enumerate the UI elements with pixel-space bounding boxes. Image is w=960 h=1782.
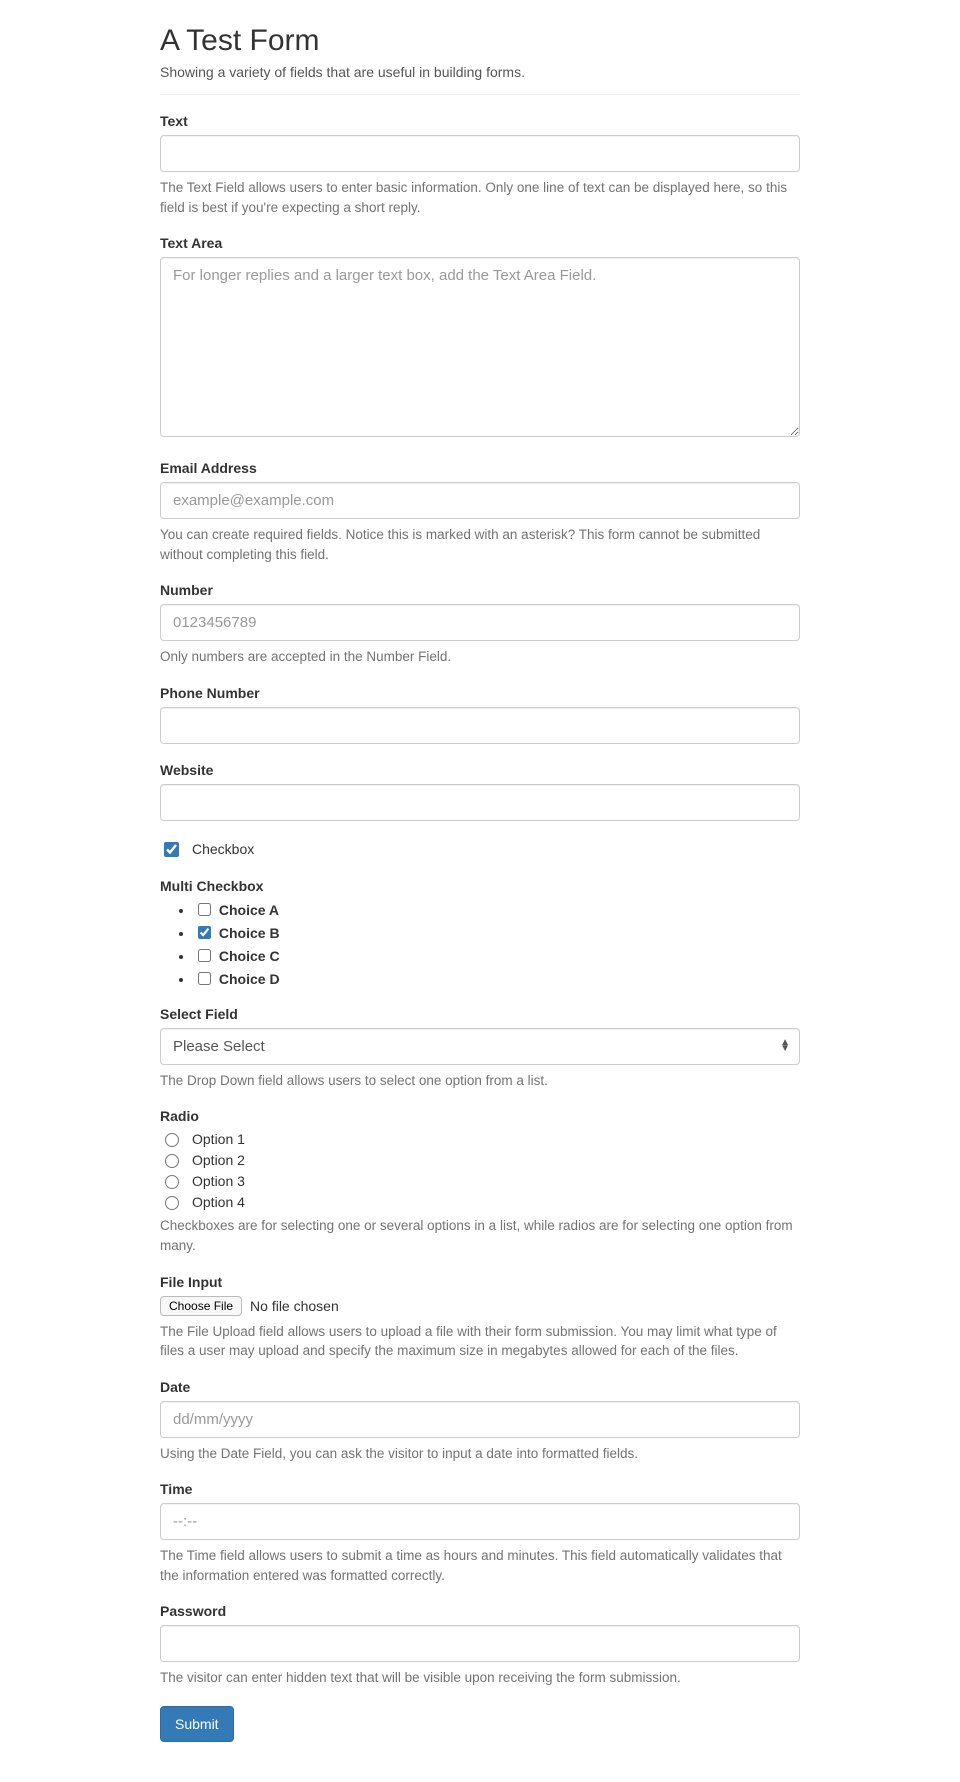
- multicheck-item: Choice D: [194, 969, 800, 988]
- multicheck-list: Choice A Choice B Choice C Choice D: [160, 900, 800, 988]
- multicheck-choice-label: Choice B: [219, 925, 280, 941]
- file-help: The File Upload field allows users to up…: [160, 1322, 800, 1361]
- checkbox-label: Checkbox: [192, 841, 254, 857]
- date-help: Using the Date Field, you can ask the vi…: [160, 1444, 800, 1464]
- radio-input-2[interactable]: [165, 1154, 179, 1168]
- multicheck-item: Choice A: [194, 900, 800, 919]
- radio-label: Radio: [160, 1108, 800, 1124]
- field-group-date: Date Using the Date Field, you can ask t…: [160, 1379, 800, 1464]
- password-help: The visitor can enter hidden text that w…: [160, 1668, 800, 1688]
- field-group-textarea: Text Area: [160, 235, 800, 442]
- field-group-number: Number Only numbers are accepted in the …: [160, 582, 800, 667]
- submit-button[interactable]: Submit: [160, 1706, 234, 1742]
- text-input[interactable]: [160, 135, 800, 172]
- text-help: The Text Field allows users to enter bas…: [160, 178, 800, 217]
- multicheck-choice-label: Choice C: [219, 948, 280, 964]
- textarea-input[interactable]: [160, 257, 800, 437]
- text-label: Text: [160, 113, 800, 129]
- multicheck-input-a[interactable]: [198, 903, 211, 916]
- field-group-website: Website: [160, 762, 800, 821]
- website-input[interactable]: [160, 784, 800, 821]
- phone-label: Phone Number: [160, 685, 800, 701]
- email-input[interactable]: [160, 482, 800, 519]
- radio-row: Option 3: [160, 1172, 800, 1189]
- radio-row: Option 4: [160, 1193, 800, 1210]
- field-group-checkbox: Checkbox: [160, 839, 800, 860]
- radio-option-label: Option 4: [192, 1194, 245, 1210]
- divider: [160, 94, 800, 95]
- multicheck-choice-label: Choice A: [219, 902, 279, 918]
- field-group-file: File Input Choose File No file chosen Th…: [160, 1274, 800, 1361]
- radio-group: Option 1 Option 2 Option 3 Option 4: [160, 1130, 800, 1210]
- email-help: You can create required fields. Notice t…: [160, 525, 800, 564]
- radio-input-4[interactable]: [165, 1196, 179, 1210]
- radio-input-3[interactable]: [165, 1175, 179, 1189]
- multicheck-input-c[interactable]: [198, 949, 211, 962]
- field-group-password: Password The visitor can enter hidden te…: [160, 1603, 800, 1688]
- choose-file-button[interactable]: Choose File: [160, 1296, 242, 1316]
- textarea-label: Text Area: [160, 235, 800, 251]
- radio-option-label: Option 3: [192, 1173, 245, 1189]
- file-label: File Input: [160, 1274, 800, 1290]
- file-status: No file chosen: [250, 1298, 339, 1314]
- number-help: Only numbers are accepted in the Number …: [160, 647, 800, 667]
- page-title: A Test Form: [160, 24, 800, 58]
- radio-input-1[interactable]: [165, 1133, 179, 1147]
- radio-option-label: Option 1: [192, 1131, 245, 1147]
- website-label: Website: [160, 762, 800, 778]
- date-label: Date: [160, 1379, 800, 1395]
- page-subtitle: Showing a variety of fields that are use…: [160, 64, 800, 80]
- field-group-select: Select Field Please Select ▲▼ The Drop D…: [160, 1006, 800, 1091]
- password-input[interactable]: [160, 1625, 800, 1662]
- multicheck-input-d[interactable]: [198, 972, 211, 985]
- multicheck-item: Choice C: [194, 946, 800, 965]
- file-row: Choose File No file chosen: [160, 1296, 800, 1316]
- field-group-multicheck: Multi Checkbox Choice A Choice B Choice …: [160, 878, 800, 988]
- radio-row: Option 2: [160, 1151, 800, 1168]
- time-label: Time: [160, 1481, 800, 1497]
- email-label: Email Address: [160, 460, 800, 476]
- multicheck-label: Multi Checkbox: [160, 878, 800, 894]
- phone-input[interactable]: [160, 707, 800, 744]
- radio-help: Checkboxes are for selecting one or seve…: [160, 1216, 800, 1255]
- multicheck-input-b[interactable]: [198, 926, 211, 939]
- time-help: The Time field allows users to submit a …: [160, 1546, 800, 1585]
- field-group-time: Time The Time field allows users to subm…: [160, 1481, 800, 1585]
- time-input[interactable]: [160, 1503, 800, 1540]
- radio-row: Option 1: [160, 1130, 800, 1147]
- number-label: Number: [160, 582, 800, 598]
- field-group-radio: Radio Option 1 Option 2 Option 3 Option …: [160, 1108, 800, 1255]
- multicheck-choice-label: Choice D: [219, 971, 280, 987]
- radio-option-label: Option 2: [192, 1152, 245, 1168]
- field-group-text: Text The Text Field allows users to ente…: [160, 113, 800, 217]
- select-input[interactable]: Please Select: [160, 1028, 800, 1065]
- select-wrap: Please Select ▲▼: [160, 1028, 800, 1065]
- field-group-email: Email Address You can create required fi…: [160, 460, 800, 564]
- select-help: The Drop Down field allows users to sele…: [160, 1071, 800, 1091]
- field-group-phone: Phone Number: [160, 685, 800, 744]
- number-input[interactable]: [160, 604, 800, 641]
- form-container: A Test Form Showing a variety of fields …: [160, 0, 800, 1782]
- checkbox-input[interactable]: [164, 842, 179, 857]
- select-label: Select Field: [160, 1006, 800, 1022]
- password-label: Password: [160, 1603, 800, 1619]
- multicheck-item: Choice B: [194, 923, 800, 942]
- date-input[interactable]: [160, 1401, 800, 1438]
